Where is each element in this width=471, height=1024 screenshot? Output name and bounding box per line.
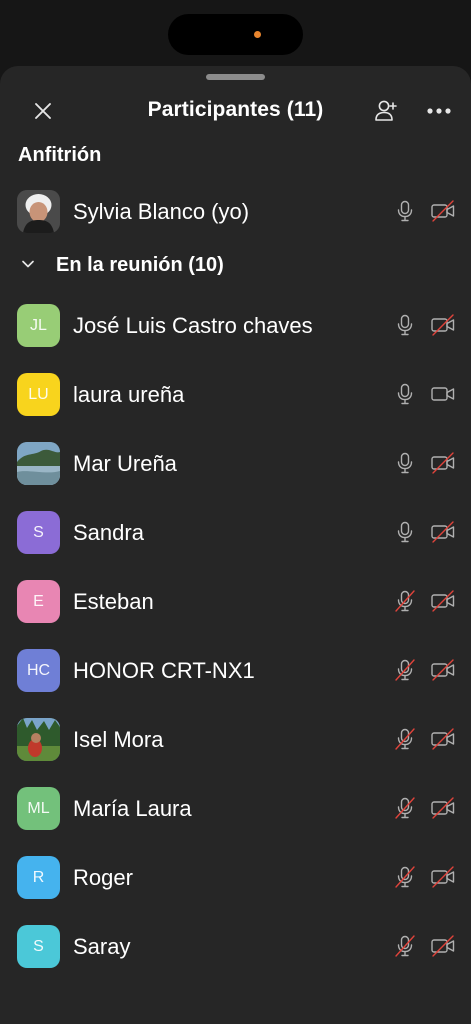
close-button[interactable] [26, 94, 60, 128]
avatar-photo [17, 718, 60, 761]
participant-name: María Laura [73, 796, 192, 821]
microphone-icon[interactable] [393, 199, 417, 223]
participant-name: Mar Ureña [73, 451, 177, 476]
participant-row[interactable]: HC HONOR CRT-NX1 [0, 639, 471, 699]
microphone-icon[interactable] [393, 520, 417, 544]
person-add-icon [375, 100, 397, 121]
video-camera-off-icon[interactable] [430, 520, 456, 544]
participant-row[interactable]: Isel Mora [0, 708, 471, 768]
avatar-initials: HC [26, 661, 51, 679]
participant-name: Roger [73, 865, 133, 890]
avatar [17, 442, 60, 485]
participant-name: Esteban [73, 589, 154, 614]
participant-row[interactable]: LU laura ureña [0, 363, 471, 423]
microphone-muted-icon[interactable] [393, 658, 417, 682]
video-camera-off-icon[interactable] [430, 451, 456, 475]
participant-row[interactable]: Mar Ureña [0, 432, 471, 492]
microphone-icon[interactable] [393, 382, 417, 406]
participant-row[interactable]: E Esteban [0, 570, 471, 630]
avatar: E [17, 580, 60, 623]
chevron-down-icon [22, 260, 34, 268]
microphone-icon[interactable] [393, 451, 417, 475]
host-section-label: Anfitrión [18, 144, 102, 166]
video-camera-off-icon[interactable] [430, 796, 456, 820]
dynamic-island [168, 14, 303, 55]
microphone-icon[interactable] [393, 313, 417, 337]
host-row[interactable]: Sylvia Blanco (yo) [0, 180, 471, 240]
invite-participant-button[interactable] [369, 94, 403, 128]
participant-row[interactable]: S Sandra [0, 501, 471, 561]
avatar: JL [17, 304, 60, 347]
participant-name: Saray [73, 934, 131, 959]
participant-name: HONOR CRT-NX1 [73, 658, 255, 683]
avatar-initials: S [33, 523, 44, 541]
avatar-initials: E [33, 592, 44, 610]
microphone-muted-icon[interactable] [393, 934, 417, 958]
in-meeting-group-toggle[interactable]: En la reunión (10) [0, 244, 300, 284]
avatar-initials: LU [28, 385, 49, 403]
avatar [17, 718, 60, 761]
avatar: ML [17, 787, 60, 830]
avatar: HC [17, 649, 60, 692]
video-camera-off-icon[interactable] [430, 934, 456, 958]
participant-row[interactable]: S Saray [0, 915, 471, 975]
video-camera-off-icon[interactable] [430, 313, 456, 337]
sheet-header: Participantes (11) [0, 90, 471, 132]
participant-name: Isel Mora [73, 727, 164, 752]
more-options-button[interactable] [422, 94, 456, 128]
participants-sheet: Participantes (11) Anfitrión Sylvia Blan… [0, 66, 471, 1024]
microphone-muted-icon[interactable] [393, 865, 417, 889]
participant-row[interactable]: JL José Luis Castro chaves [0, 294, 471, 354]
video-camera-off-icon[interactable] [430, 589, 456, 613]
avatar-initials: S [33, 937, 44, 955]
participant-name: Sandra [73, 520, 144, 545]
avatar: S [17, 511, 60, 554]
microphone-muted-icon[interactable] [393, 589, 417, 613]
more-horizontal-icon [427, 108, 451, 114]
avatar: S [17, 925, 60, 968]
participant-row[interactable]: R Roger [0, 846, 471, 906]
video-camera-icon[interactable] [430, 199, 456, 223]
participant-name: José Luis Castro chaves [73, 313, 313, 338]
microphone-muted-icon[interactable] [393, 727, 417, 751]
avatar-initials: R [32, 868, 45, 886]
video-camera-icon[interactable] [430, 382, 456, 406]
avatar-initials: JL [30, 316, 47, 334]
avatar-photo [17, 442, 60, 485]
avatar: R [17, 856, 60, 899]
sheet-grabber[interactable] [206, 74, 265, 80]
avatar [17, 190, 60, 233]
participant-row[interactable]: ML María Laura [0, 777, 471, 837]
avatar-initials: ML [27, 799, 50, 817]
participant-name: Sylvia Blanco (yo) [73, 199, 250, 224]
close-icon [35, 103, 51, 119]
participant-name: laura ureña [73, 382, 185, 407]
microphone-muted-icon[interactable] [393, 796, 417, 820]
avatar-photo [17, 190, 60, 233]
video-camera-off-icon[interactable] [430, 727, 456, 751]
avatar: LU [17, 373, 60, 416]
recording-indicator-dot [254, 31, 261, 38]
video-camera-off-icon[interactable] [430, 658, 456, 682]
in-meeting-group-label: En la reunión (10) [56, 254, 224, 276]
video-camera-off-icon[interactable] [430, 865, 456, 889]
